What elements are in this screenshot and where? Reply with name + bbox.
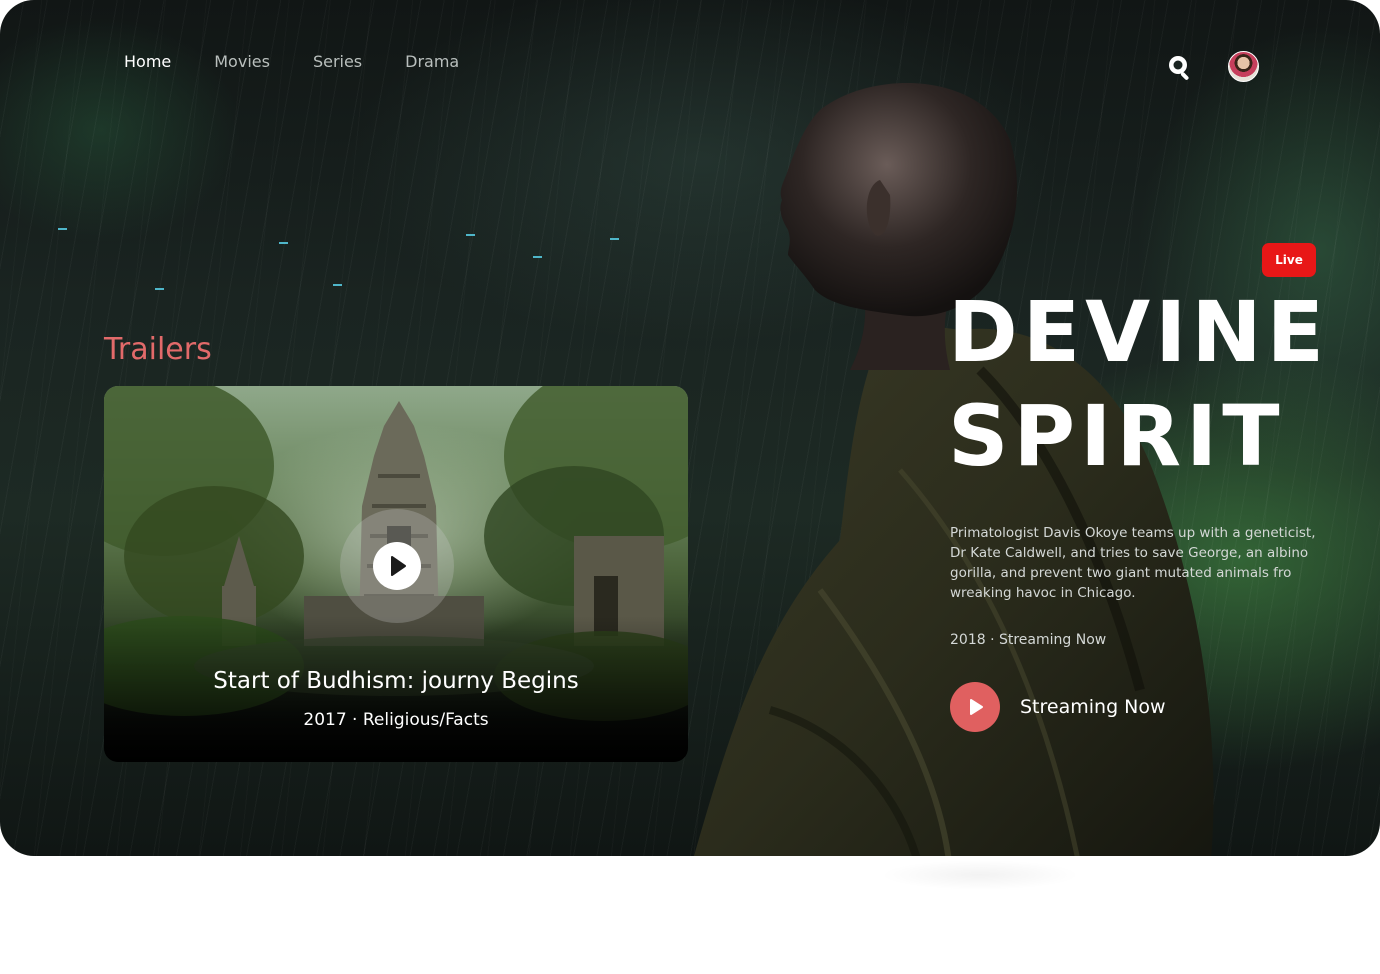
rain-dash xyxy=(279,242,288,244)
user-avatar[interactable] xyxy=(1228,51,1259,82)
rain-dash xyxy=(466,234,475,236)
rain-dash xyxy=(58,228,67,230)
trailer-play-button[interactable] xyxy=(340,509,454,623)
featured-title: DEVINE SPIRIT xyxy=(948,280,1329,488)
nav-item-series[interactable]: Series xyxy=(313,52,362,71)
trailer-title: Start of Budhism: journy Begins xyxy=(213,668,579,694)
featured-meta: 2018 · Streaming Now xyxy=(950,632,1107,648)
main-nav: Home Movies Series Drama xyxy=(124,52,459,71)
play-icon xyxy=(970,699,983,715)
nav-item-home[interactable]: Home xyxy=(124,52,171,71)
featured-title-line2: SPIRIT xyxy=(948,387,1285,485)
search-icon xyxy=(1169,56,1189,80)
play-icon xyxy=(391,556,406,576)
nav-item-movies[interactable]: Movies xyxy=(214,52,270,71)
live-badge: Live xyxy=(1262,243,1316,277)
streaming-now-label: Streaming Now xyxy=(1020,696,1166,718)
streaming-now-button[interactable]: Streaming Now xyxy=(950,682,1166,732)
section-title-trailers: Trailers xyxy=(104,332,212,367)
featured-description: Primatologist Davis Okoye teams up with … xyxy=(950,525,1316,601)
rain-dash xyxy=(333,284,342,286)
featured-title-line1: DEVINE xyxy=(948,283,1330,381)
play-circle xyxy=(373,542,421,590)
rain-dash xyxy=(155,288,164,290)
trailer-card[interactable]: Start of Budhism: journy Begins 2017 · R… xyxy=(104,386,688,762)
stream-play-circle xyxy=(950,682,1000,732)
trailer-meta: 2017 · Religious/Facts xyxy=(303,710,489,730)
search-button[interactable] xyxy=(1166,53,1194,81)
nav-item-drama[interactable]: Drama xyxy=(405,52,459,71)
hero-banner: Home Movies Series Drama Trailers Start … xyxy=(0,0,1380,856)
bottom-shadow xyxy=(880,860,1080,890)
